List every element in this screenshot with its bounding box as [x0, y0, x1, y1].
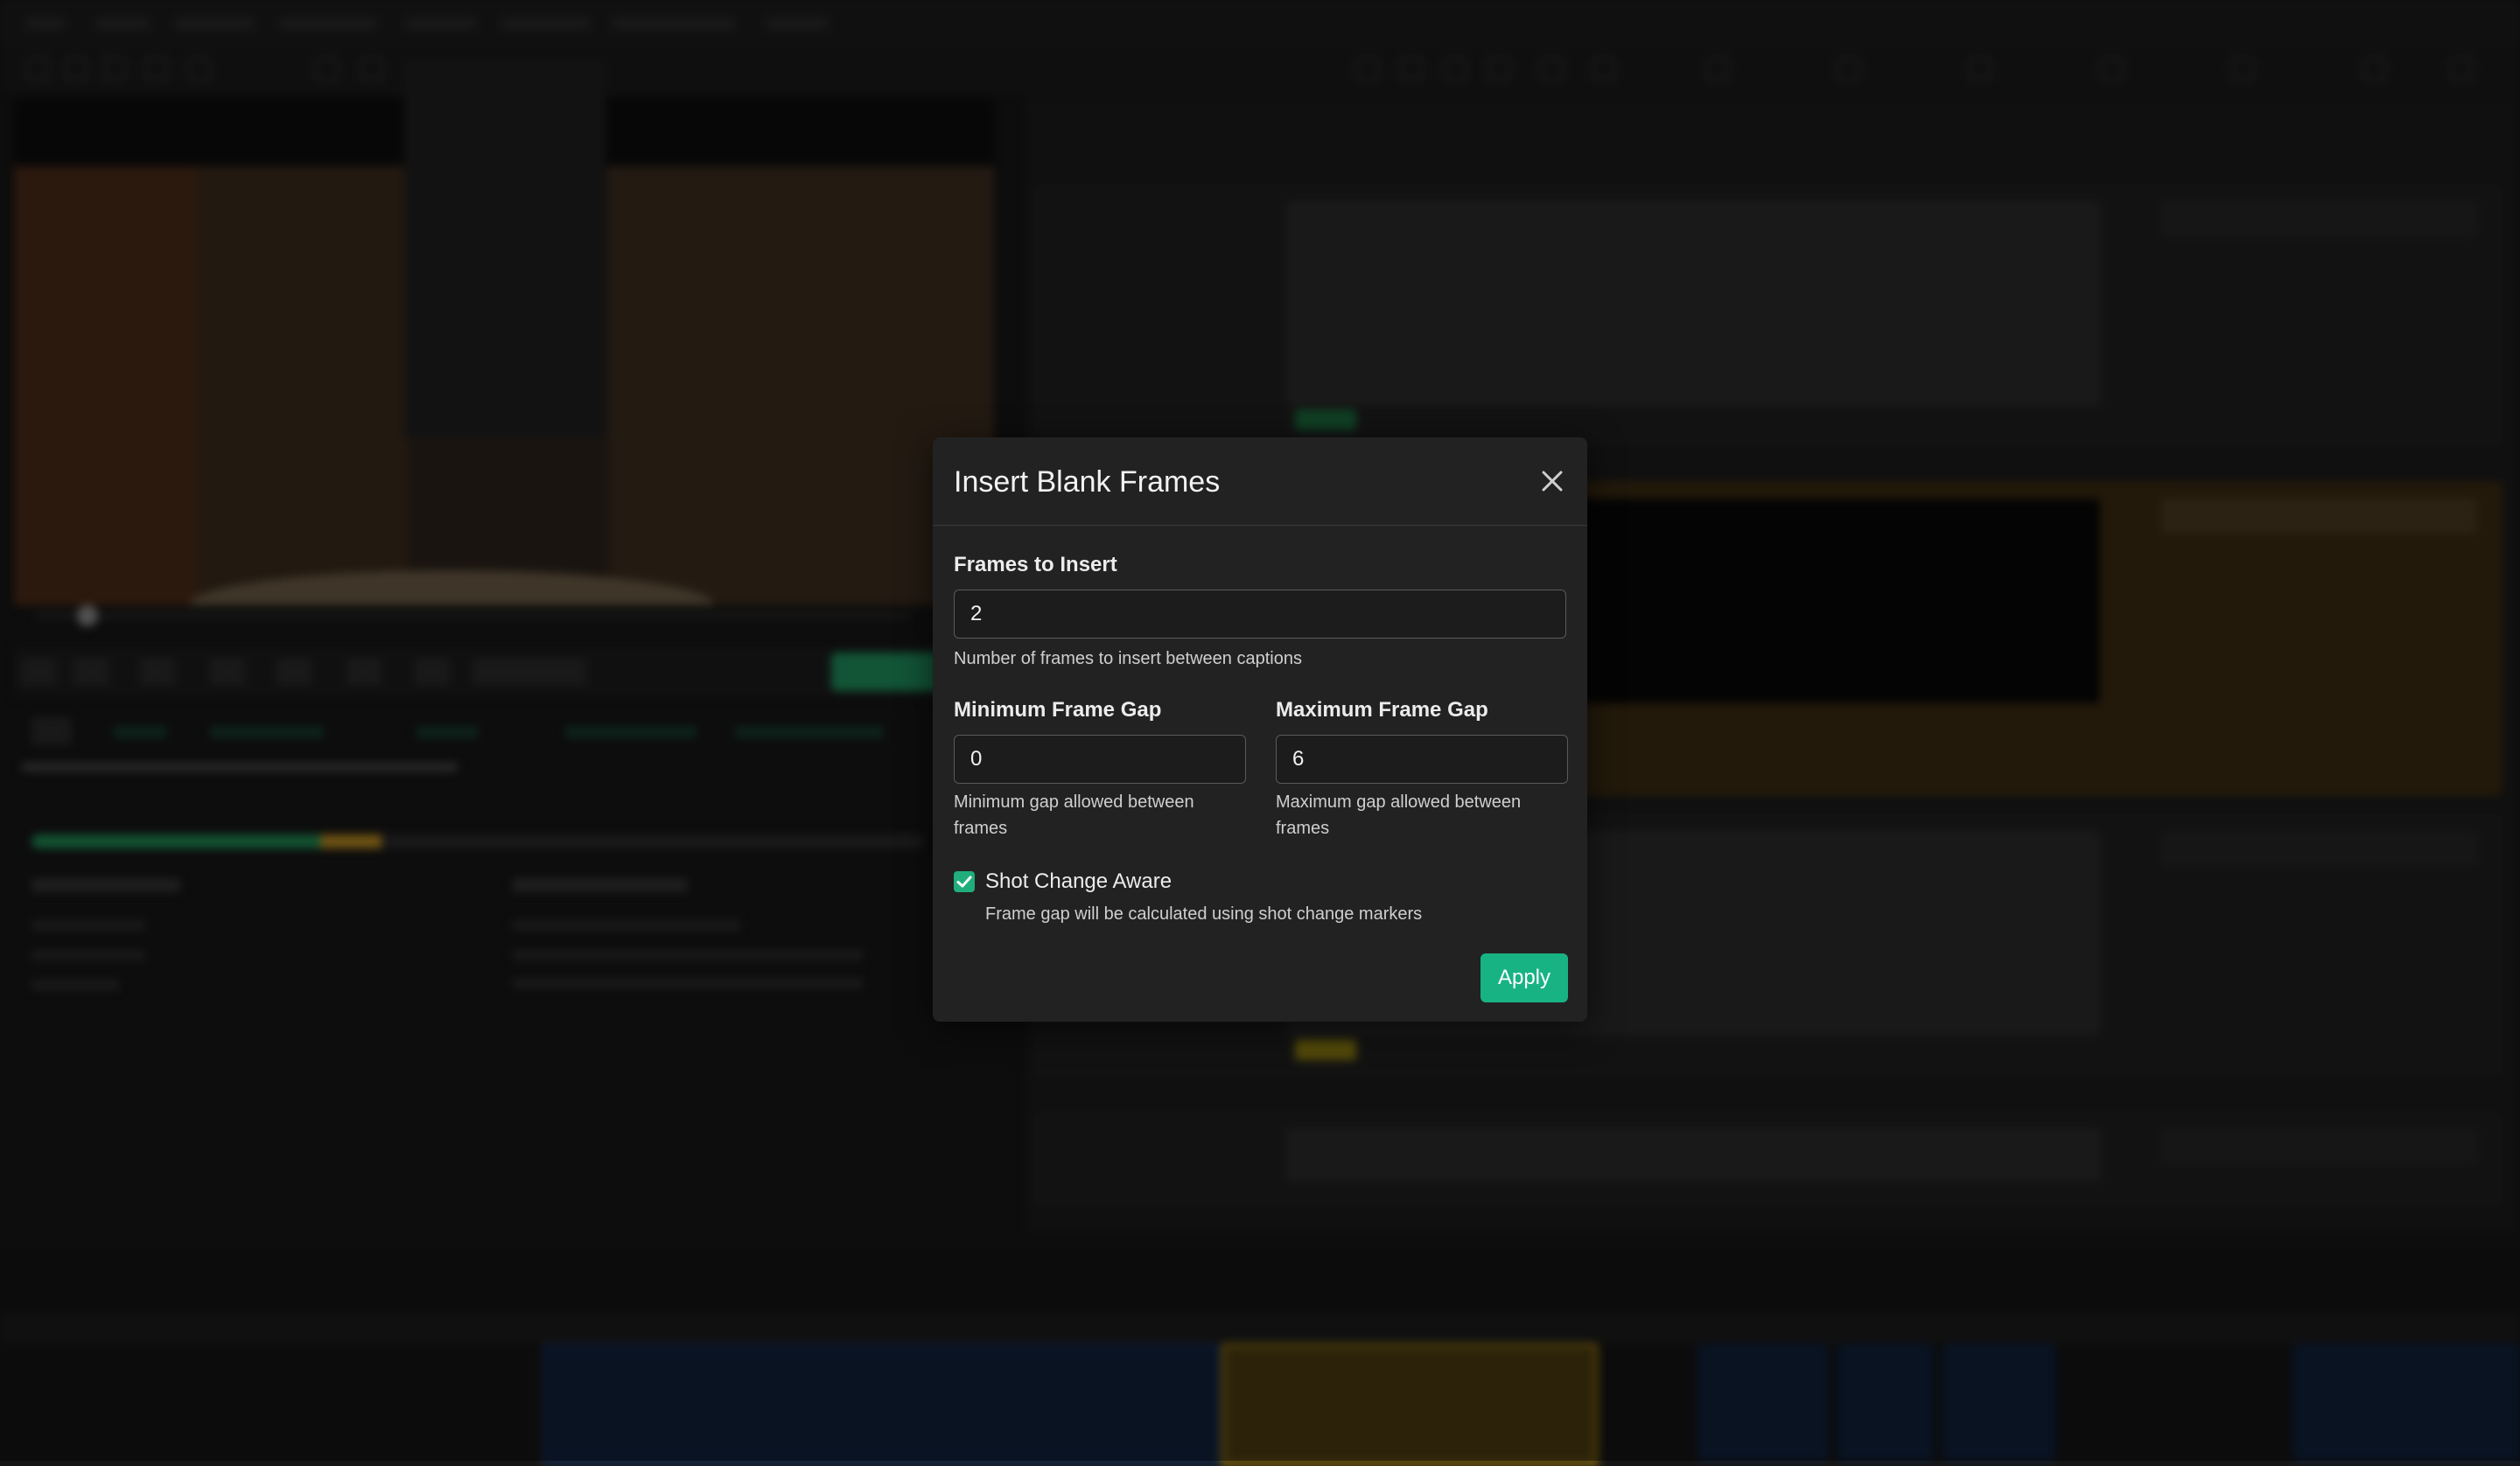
shot-change-aware-checkbox[interactable]: [954, 871, 975, 892]
max-frame-gap-input[interactable]: [1276, 735, 1568, 784]
max-frame-gap-help: Maximum gap allowed between frames: [1276, 792, 1522, 838]
dialog-divider: [933, 525, 1587, 526]
frames-to-insert-label: Frames to Insert: [954, 553, 1117, 576]
min-frame-gap-label: Minimum Frame Gap: [954, 698, 1162, 722]
frames-to-insert-help: Number of frames to insert between capti…: [954, 649, 1302, 668]
min-frame-gap-help: Minimum gap allowed between frames: [954, 792, 1194, 838]
close-icon: [1542, 471, 1563, 492]
frames-to-insert-input[interactable]: [954, 590, 1566, 639]
dialog-title: Insert Blank Frames: [954, 465, 1221, 499]
shot-change-aware-label[interactable]: Shot Change Aware: [985, 869, 1172, 894]
apply-button[interactable]: Apply: [1480, 953, 1568, 1002]
insert-blank-frames-dialog: Insert Blank Frames Frames to Insert Num…: [933, 437, 1587, 1022]
close-button[interactable]: [1536, 465, 1568, 497]
checkmark-icon: [956, 876, 972, 888]
min-frame-gap-input[interactable]: [954, 735, 1246, 784]
shot-change-aware-help: Frame gap will be calculated using shot …: [985, 904, 1423, 924]
max-frame-gap-label: Maximum Frame Gap: [1276, 698, 1488, 722]
